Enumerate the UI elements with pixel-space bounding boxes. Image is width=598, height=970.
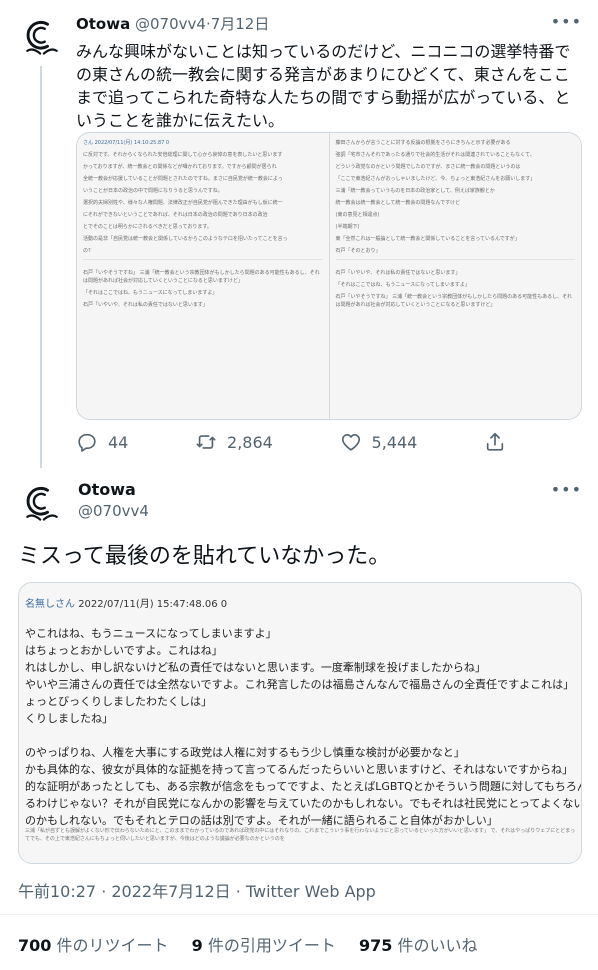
quotes-stat[interactable]: 9 件の引用ツイート [192,936,336,955]
divider [0,914,598,915]
transcript-line: 的な証明があったとしても、ある宗教が信念をもってですよ、たとえばLGBTQとかそ… [25,780,582,793]
reply-button[interactable]: 44 [76,431,128,453]
image-paragraph: の? [83,248,91,254]
likes-count: 975 [358,936,393,955]
image-paragraph: 「ここで東浩紀さんがおっしゃいましたけど、今、ちょっと東浩紀さんをお願いします」 [335,176,536,182]
image-paragraph: 強調「宅市さんそれであったる通りで社会的生活がそれは関連されていることもなくて、 [335,152,535,158]
like-icon [341,434,360,451]
image-post-header: さん 2022/07/11(月) 14:10:25.87 0 [83,140,170,146]
image-paragraph: 選択的夫婦別姓や、様々な人権問題、法律改正が自民党が阻んできた理由がもし仮に統一 [83,200,283,206]
image-paragraph: 石戸「いやいや、それは私の責任ではないと思います」 [335,270,461,276]
transcript-line: くりしましたね」 [25,712,113,725]
likes-stat[interactable]: 975 件のいいね [359,936,478,955]
tweet-timestamp-source[interactable]: 午前10:27 · 2022年7月12日 · Twitter Web App [18,878,376,902]
image-paragraph: 三浦「統一教会っていうものを日本の政治家として、例えば家族観とか [335,188,495,194]
image-paragraph: 藤田さんからが言うことに対する反論の根拠をさらにきちんと示す必要がある [335,140,511,146]
avatar-logo-icon [26,21,58,55]
transcript-line: やこれはね、もうニュースになってしまいますよ」 [25,627,277,640]
attached-image[interactable]: さん 2022/07/11(月) 14:10:25.87 0 に反対です。それか… [76,132,582,420]
avatar[interactable] [18,480,66,528]
share-button[interactable] [484,431,506,453]
image-small-text: 三浦「私が自ずとも誤解がよくない形で伝わらないためにと、このままでわかっているの… [25,828,576,842]
transcript-line: やいや三浦さんの責任では全然ないですよ。これ発言したのは福島さんなんで福島さんの… [25,678,575,691]
thread-connector-line [40,66,42,468]
image-paragraph: にそれができないということであれば、それは日本の政治の問題であり日本の政治 [83,212,268,218]
post-timestamp: 2022/07/11(月) 15:47:48.06 0 [78,599,228,610]
image-paragraph: 石戸「いやそうですね」 三浦「統一教会という宗教団体がもしかしたら問題のある可能… [83,270,320,284]
image-transcript: やこれはね、もうニュースになってしまいますよ」 はちょっとおかしいですよ。これはね… [25,625,582,829]
tweet-text: みんな興味がないことは知っているのだけど、ニコニコの選挙特番での東さんの統一教会… [76,42,571,130]
likes-label: 件のいいね [397,936,478,955]
image-paragraph: いうことが日本の政治の中で問題になりうると思うんですね。 [83,188,223,194]
image-paragraph: どういう政党なのかという問題でしたのですが、まさに統一教会の問題というのは [335,164,521,170]
retweets-label: 件のリツイート [56,936,169,955]
avatar[interactable] [18,14,66,62]
tweet-date[interactable]: 7月12日 [211,15,270,33]
retweets-stat[interactable]: 700 件のリツイート [18,936,169,955]
transcript-line: のやっぱりね、人権を大事にする政党は人権に対するもう少し慎重な検討が必要かなと」 [25,746,465,759]
transcript-line: ょっとびっくりしましたわたくしは」 [25,695,212,708]
retweet-icon [196,435,216,449]
transcript-line [25,727,581,744]
display-name[interactable]: Otowa [78,480,136,499]
transcript-line: れはしかし、申し訳ないけど私の責任ではないと思います。一度牽制球を投げましたから… [25,661,486,674]
tweet-stats: 700 件のリツイート 9 件の引用ツイート 975 件のいいね [18,932,495,956]
retweet-button[interactable]: 2,864 [195,431,273,453]
user-handle[interactable]: @070vv4 [135,15,206,33]
image-paragraph: 石戸「いやいや、それは私の責任ではないと思います」 [83,302,208,308]
transcript-line: かも具体的な、彼女が具体的な証拠を持って言ってるんだったらいいと思いますけど、そ… [25,763,574,776]
image-paragraph: 東「全然これは一般論として統一教会と関係していることを言っているんですが」 [335,236,520,242]
image-left-column: さん 2022/07/11(月) 14:10:25.87 0 に反対です。それか… [77,133,329,419]
image-paragraph: (東の意見と相違点) [335,212,380,218]
quotes-count: 9 [191,936,203,955]
tweet-text: ミスって最後のを貼れていなかった。 [18,544,391,569]
image-paragraph: に反対です。それからくなられた安倍総理に関して心から哀悼の意を表したいと思います [83,152,283,158]
reply-count: 44 [108,432,129,452]
reply-icon [78,433,96,452]
transcript-line: るわけじゃない？それが自民党になんかの影響を与えていたのかもしれない。でもそれは… [25,797,582,810]
more-icon[interactable]: ••• [551,12,582,31]
image-paragraph: 全統一教会が応援していることが問題とされたのですね。まさに自民党が統一教会によっ [83,176,283,182]
retweet-count: 2,864 [227,432,273,452]
attached-image[interactable]: 名無しさん 2022/07/11(月) 15:47:48.06 0 やこれはね、… [18,582,582,864]
more-icon[interactable]: ••• [551,480,582,499]
tweet-header: Otowa @070vv4·7月12日 [76,14,269,34]
image-post-header: 名無しさん 2022/07/11(月) 15:47:48.06 0 [25,595,227,610]
image-paragraph: 活動の是非「自民党は統一教会と関係しているからこのようなテロを招いたってことを言… [83,236,288,242]
image-paragraph: かっておりますが、統一教会との関係などが囁かれております。ですから顧問が居られ [83,164,277,170]
like-button[interactable]: 5,444 [340,431,418,453]
share-icon [486,432,504,451]
user-handle[interactable]: @070vv4 [78,502,149,520]
like-count: 5,444 [371,432,418,452]
image-paragraph: 「それはここではね、もうニュースになってしまいますよ」 [83,290,218,296]
image-paragraph: 統一教会は統一教会として統一教会の問題なんですけど [335,200,461,206]
image-paragraph: 石戸「いやそうですね」 三浦「統一教会という宗教団体がもしかしたら問題のある可能… [335,294,573,308]
image-paragraph: とでそのことは明らかにされるべきだと思っております。 [83,224,212,230]
image-paragraph: 石戸「そのとおり」 [335,248,381,254]
avatar-logo-icon [26,487,58,521]
retweets-count: 700 [18,936,52,955]
image-paragraph: (半端期下) [335,224,360,230]
tweet-parent[interactable]: Otowa @070vv4·7月12日 ••• みんな興味がないことは知っている… [0,0,598,468]
quotes-label: 件の引用ツイート [207,936,336,955]
transcript-line: はちょっとおかしいですよ。これはね」 [25,644,223,657]
image-right-column: 藤田さんからが言うことに対する反論の根拠をさらにきちんと示す必要がある強調「宅市… [328,133,582,419]
display-name[interactable]: Otowa [76,15,130,33]
tweet-actions: 44 2,864 5,444 [76,430,506,454]
poster-name: 名無しさん [25,599,75,610]
image-paragraph: 「それはここではね、もうニュースになってしまいますよ」 [335,282,470,288]
